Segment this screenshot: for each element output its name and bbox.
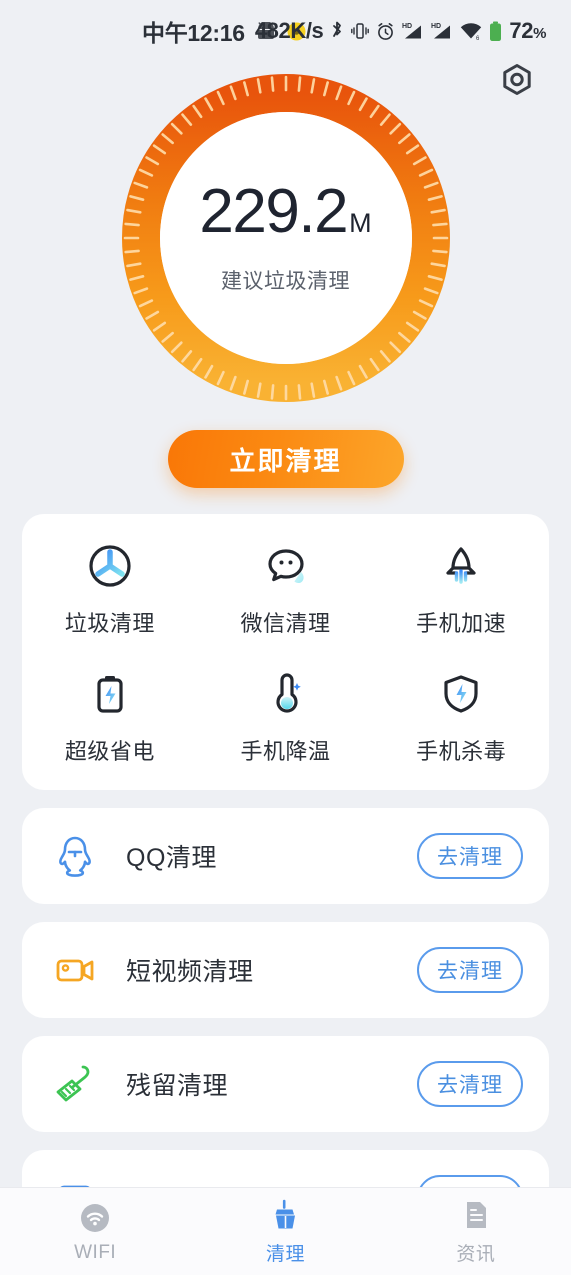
- go-clean-button[interactable]: 去清理: [417, 947, 523, 993]
- storage-gauge: 229.2 M 建议垃圾清理: [116, 68, 456, 408]
- hex-gear-icon: [495, 60, 539, 109]
- feature-grid-card: 垃圾清理 微信清理 手机加速 超级省电 手机降温 手机杀毒: [22, 514, 549, 790]
- clean-now-button[interactable]: 立即清理: [167, 430, 404, 488]
- nav-item-clean[interactable]: 清理: [190, 1197, 380, 1266]
- list-item-residual-clean[interactable]: 残留清理 去清理: [22, 1036, 549, 1132]
- news-doc-icon: [458, 1197, 494, 1233]
- battery-percent-symbol: %: [533, 25, 546, 42]
- vibrate-icon: [351, 21, 370, 41]
- network-speed: 482K/s: [254, 18, 324, 43]
- fan-circle-icon: [84, 540, 136, 592]
- feature-battery-saver[interactable]: 超级省电: [22, 668, 198, 766]
- primary-action-area: 立即清理: [0, 430, 571, 488]
- list-item-label: 残留清理: [126, 1072, 229, 1100]
- go-clean-button[interactable]: 去清理: [417, 833, 523, 879]
- alarm-icon: [376, 22, 395, 41]
- broom-nav-icon: [267, 1197, 303, 1233]
- nav-item-label: WIFI: [74, 1241, 117, 1263]
- partial-row-icon: [50, 1173, 100, 1187]
- video-camera-icon: [50, 945, 100, 995]
- go-clean-button[interactable]: 去清理: [417, 1175, 523, 1187]
- list-item-label: 短视频清理: [126, 958, 254, 986]
- feature-label: 微信清理: [240, 611, 331, 636]
- shield-bolt-icon: [435, 668, 487, 720]
- feature-junk-clean[interactable]: 垃圾清理: [22, 540, 198, 638]
- feature-label: 手机杀毒: [416, 739, 507, 764]
- thermometer-icon: [260, 668, 312, 720]
- status-bar-right: 482K/s HD HD 6 72%: [254, 18, 547, 44]
- battery-icon: [489, 21, 502, 42]
- broom-green-icon: [50, 1059, 100, 1109]
- feature-label: 手机加速: [416, 611, 507, 636]
- battery-percent: 72%: [509, 18, 546, 44]
- feature-label: 垃圾清理: [64, 611, 155, 636]
- app-content: 中午12:16 482K/s HD HD 6 72% 229.2 M 建议垃圾清…: [0, 0, 571, 1187]
- feature-antivirus[interactable]: 手机杀毒: [373, 668, 549, 766]
- wifi-nav-icon: [77, 1200, 113, 1236]
- feature-phone-cooling[interactable]: 手机降温: [198, 668, 374, 766]
- rocket-icon: [435, 540, 487, 592]
- nav-item-label: 清理: [265, 1244, 305, 1265]
- status-bar: 中午12:16 482K/s HD HD 6 72%: [0, 0, 571, 62]
- feature-grid-row: 垃圾清理 微信清理 手机加速: [22, 540, 549, 638]
- status-time: 中午12:16: [142, 20, 245, 46]
- svg-text:HD: HD: [402, 23, 412, 30]
- nav-item-label: 资讯: [456, 1244, 496, 1265]
- svg-text:6: 6: [476, 36, 480, 41]
- list-item-partial[interactable]: 去清理: [22, 1150, 549, 1187]
- bottom-navigation: WIFI 清理 资讯: [0, 1187, 571, 1275]
- feature-grid-row: 超级省电 手机降温 手机杀毒: [22, 668, 549, 766]
- qq-penguin-icon: [50, 831, 100, 881]
- wechat-bubble-icon: [260, 540, 312, 592]
- signal-hd-2-icon: HD: [431, 21, 453, 41]
- list-item-label: QQ清理: [126, 844, 217, 872]
- storage-gauge-section: 229.2 M 建议垃圾清理: [0, 68, 571, 408]
- feature-phone-boost[interactable]: 手机加速: [373, 540, 549, 638]
- battery-bolt-icon: [84, 668, 136, 720]
- nav-item-news[interactable]: 资讯: [381, 1197, 571, 1266]
- nav-item-wifi[interactable]: WIFI: [0, 1200, 190, 1264]
- list-item-qq-clean[interactable]: QQ清理 去清理: [22, 808, 549, 904]
- list-item-shortvideo-clean[interactable]: 短视频清理 去清理: [22, 922, 549, 1018]
- battery-percent-value: 72: [509, 18, 534, 43]
- feature-wechat-clean[interactable]: 微信清理: [198, 540, 374, 638]
- feature-label: 手机降温: [240, 739, 331, 764]
- feature-label: 超级省电: [64, 739, 155, 764]
- wifi-icon: 6: [460, 22, 482, 41]
- go-clean-button[interactable]: 去清理: [417, 1061, 523, 1107]
- bluetooth-icon: [330, 20, 344, 42]
- svg-text:HD: HD: [431, 23, 441, 30]
- signal-hd-1-icon: HD: [402, 21, 424, 41]
- settings-button[interactable]: [493, 60, 541, 108]
